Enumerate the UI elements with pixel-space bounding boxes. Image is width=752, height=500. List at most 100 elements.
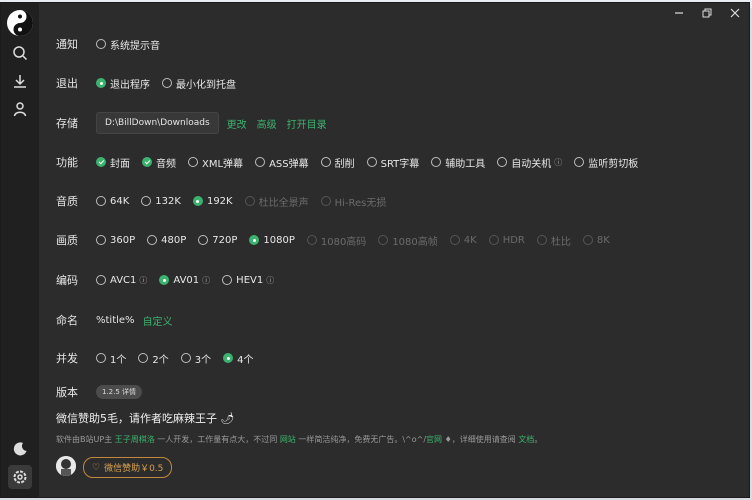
change-path-link[interactable]: 更改 [227,116,247,131]
radio-button[interactable] [192,196,203,206]
radio-button[interactable] [96,196,106,206]
restore-button[interactable] [693,3,721,23]
option-4[interactable]: 刮削 [320,155,355,170]
checkbox[interactable] [142,157,152,167]
checkbox[interactable] [574,157,585,167]
description-link[interactable]: 网站 [280,435,296,444]
naming-label: 命名 [56,314,78,327]
wechat-donate-button[interactable]: ♡ 微信赞助￥0.5 [83,457,173,478]
option-3[interactable]: 4个 [223,351,254,366]
yin-yang-logo-icon[interactable] [6,9,34,37]
features-row: 功能 封面 音频 XML弹幕 ASS弹幕 刮削 SRT字幕 辅助工具 自动关机 ⓘ 监听剪切板 [56,151,650,173]
settings-icon[interactable] [8,465,32,489]
storage-label: 存储 [56,117,78,130]
info-icon[interactable]: ⓘ [202,275,210,286]
option-8: 杜比 [536,233,571,248]
option-label: 2个 [152,354,169,366]
radio-button[interactable] [147,235,158,245]
close-button[interactable] [721,3,749,23]
option-2[interactable]: 3个 [180,351,211,366]
radio-button [320,196,331,206]
option-label: 音频 [156,158,176,170]
option-0[interactable]: 退出程序 [96,76,150,91]
option-5[interactable]: SRT字幕 [366,155,419,170]
option-label: 8K [596,234,610,246]
audio-options: 64K 132K 192K 杜比全景声 Hi-Res无损 [96,194,398,209]
radio-button[interactable] [198,235,209,245]
checkbox[interactable] [320,157,331,167]
radio-button[interactable] [96,39,106,49]
option-2[interactable]: 192K [192,195,233,207]
download-path-field[interactable]: D:\BillDown\Downloads [96,112,219,134]
checkbox[interactable] [366,157,377,167]
option-label: 192K [206,195,233,207]
option-1[interactable]: 132K [141,196,181,207]
user-icon[interactable] [8,97,32,121]
option-0[interactable]: 1个 [96,351,126,366]
description-link[interactable]: 官网 [426,435,442,444]
option-label: 辅助工具 [445,158,486,170]
search-icon[interactable] [8,41,32,65]
option-0[interactable]: 64K [96,196,129,207]
radio-button[interactable] [222,275,233,285]
info-icon[interactable]: ⓘ [139,275,147,286]
option-label: 最小化到托盘 [176,79,236,91]
radio-button[interactable] [180,353,191,363]
checkbox[interactable] [431,157,442,167]
option-0[interactable]: 封面 [96,155,130,170]
option-2[interactable]: HEV1 ⓘ [222,275,274,286]
radio-button [378,235,389,245]
option-label: 杜比全景声 [258,197,309,209]
description-link[interactable]: 王子周棋洛 [115,435,155,444]
radio-button[interactable] [159,275,170,285]
option-1[interactable]: 2个 [138,351,169,366]
radio-button[interactable] [96,353,106,363]
download-icon[interactable] [8,69,32,93]
option-4: Hi-Res无损 [320,194,386,209]
checkbox[interactable] [96,157,106,167]
minimize-button[interactable] [665,3,693,23]
radio-button[interactable] [138,353,149,363]
radio-button[interactable] [96,78,106,88]
info-icon[interactable]: ⓘ [554,157,562,168]
avatar [56,456,76,476]
info-icon[interactable]: ⓘ [266,275,274,286]
option-label: 刮削 [334,158,355,170]
moon-icon[interactable] [8,437,32,461]
option-2[interactable]: XML弹幕 [188,155,243,170]
option-7[interactable]: 自动关机 ⓘ [497,155,562,170]
radio-button[interactable] [223,353,234,363]
option-6[interactable]: 辅助工具 [431,155,485,170]
option-3[interactable]: ASS弹幕 [255,155,309,170]
option-0[interactable]: 系统提示音 [96,37,160,52]
checkbox[interactable] [497,157,508,167]
option-0[interactable]: AVC1 ⓘ [96,275,147,286]
version-row: 版本 1.2.5 详情 [56,381,143,403]
open-folder-link[interactable]: 打开目录 [287,116,327,131]
description-text: 一样简洁纯净，免费无广告。\^o^/ [295,435,427,444]
advanced-link[interactable]: 高级 [257,116,277,131]
radio-button[interactable] [96,275,106,285]
radio-button [306,235,317,245]
customize-naming-link[interactable]: 自定义 [143,313,173,328]
option-label: 杜比 [550,236,571,248]
video-label: 画质 [56,234,78,247]
option-1[interactable]: 最小化到托盘 [162,76,236,91]
option-2[interactable]: 720P [198,235,237,246]
exit-row: 退出 退出程序 最小化到托盘 [56,72,248,94]
option-0[interactable]: 360P [96,235,135,246]
checkbox[interactable] [255,157,266,167]
option-1[interactable]: 音频 [142,155,176,170]
option-8[interactable]: 监听剪切板 [574,155,638,170]
checkbox[interactable] [188,157,198,167]
option-1[interactable]: 480P [147,235,186,246]
radio-button[interactable] [96,235,106,245]
version-badge[interactable]: 1.2.5 详情 [96,385,143,399]
radio-button[interactable] [141,196,152,206]
description-link[interactable]: 文档 [518,435,534,444]
radio-button[interactable] [249,235,260,245]
features-options: 封面 音频 XML弹幕 ASS弹幕 刮削 SRT字幕 辅助工具 自动关机 ⓘ 监听剪切板 [96,155,650,170]
radio-button[interactable] [162,78,172,88]
option-1[interactable]: AV01 ⓘ [159,275,210,286]
option-3[interactable]: 1080P [249,235,295,246]
